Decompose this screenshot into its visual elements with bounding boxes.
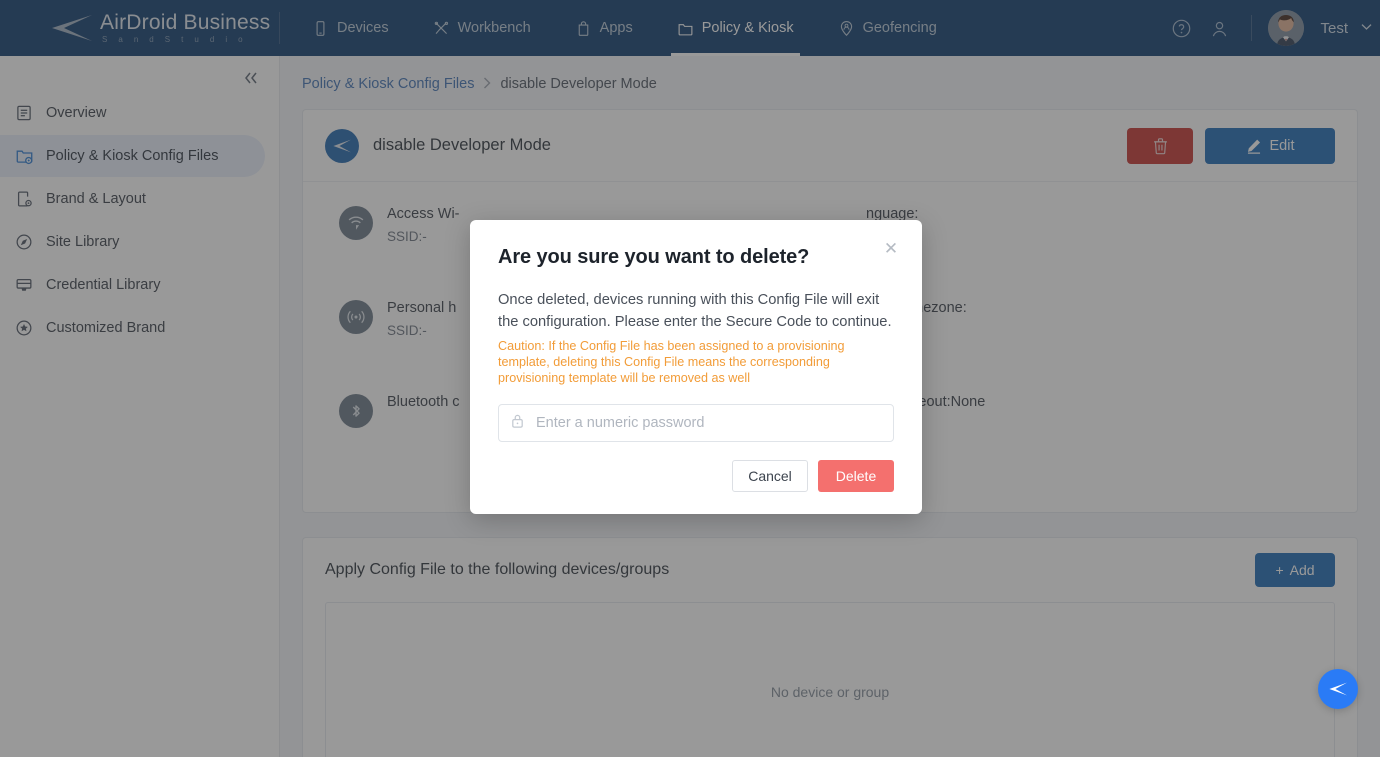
secure-code-input[interactable] [534,414,882,432]
delete-confirmation-modal: ✕ Are you sure you want to delete? Once … [470,220,922,514]
lock-icon [510,413,525,434]
modal-description: Once deleted, devices running with this … [498,292,892,330]
paper-plane-fab-icon [1329,682,1347,696]
modal-actions: Cancel Delete [498,460,894,492]
confirm-delete-button[interactable]: Delete [818,460,894,492]
support-chat-fab[interactable] [1318,669,1358,709]
close-icon[interactable]: ✕ [880,238,902,260]
secure-code-field[interactable] [498,404,894,442]
app-root: AirDroid Business S a n d S t u d i o De… [0,0,1380,757]
cancel-button[interactable]: Cancel [732,460,808,492]
modal-title: Are you sure you want to delete? [498,246,810,268]
modal-caution-text: Caution: If the Config File has been ass… [498,339,845,385]
